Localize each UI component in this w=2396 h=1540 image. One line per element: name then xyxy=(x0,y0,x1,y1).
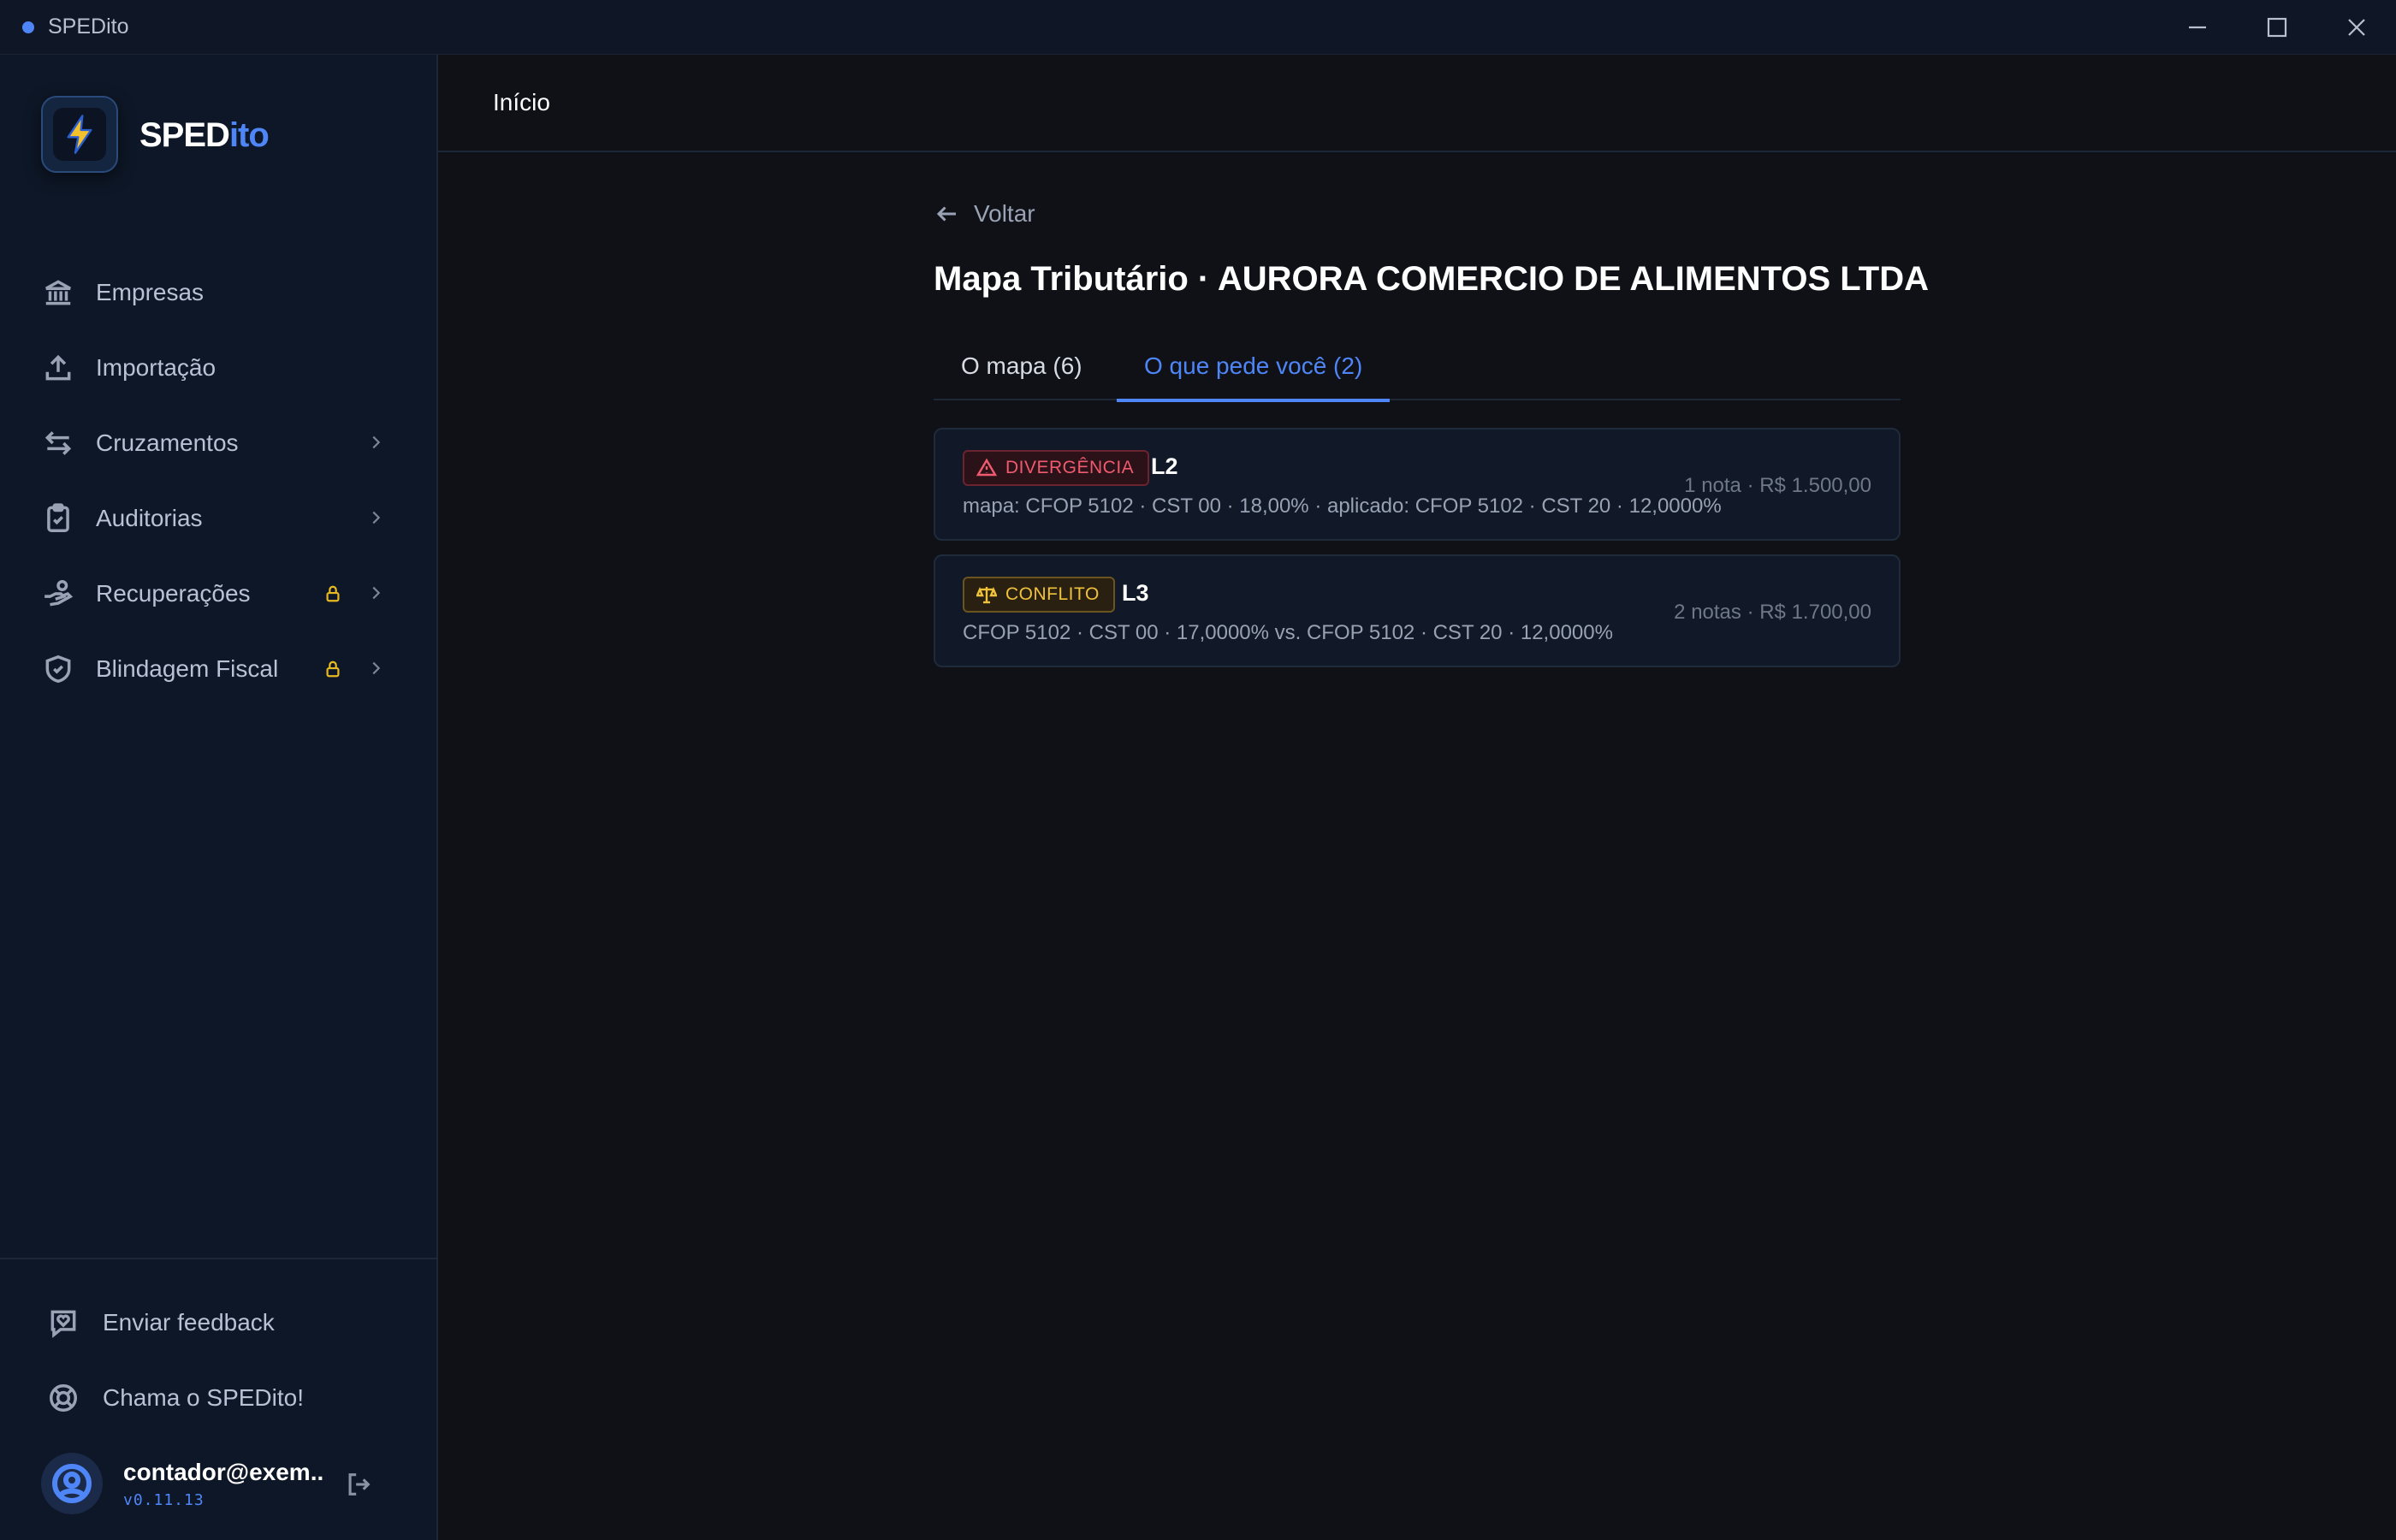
issue-card-divergencia[interactable]: DIVERGÊNCIA L2 mapa: CFOP 5102 · CST 00 … xyxy=(934,428,1901,541)
brand-part-1: SPED xyxy=(139,116,230,154)
window-controls xyxy=(2157,0,2396,55)
back-label: Voltar xyxy=(974,200,1035,227)
scale-icon xyxy=(976,586,997,604)
issue-card-conflito[interactable]: CONFLITO L3 CFOP 5102 · CST 00 · 17,0000… xyxy=(934,554,1901,667)
app-logo[interactable] xyxy=(41,96,118,173)
feedback-label: Enviar feedback xyxy=(103,1309,275,1336)
top-bar: Início xyxy=(438,55,2396,152)
sidebar-item-blindagem-fiscal[interactable]: Blindagem Fiscal xyxy=(41,642,397,696)
window-titlebar: SPEDito xyxy=(0,0,2396,55)
app-version: v0.11.13 xyxy=(123,1490,205,1509)
card-code: L3 xyxy=(1122,580,1149,606)
feedback-button[interactable]: Enviar feedback xyxy=(46,1297,388,1348)
card-meta: 1 nota · R$ 1.500,00 xyxy=(1684,474,1871,497)
page-title: Mapa Tributário · AURORA COMERCIO DE ALI… xyxy=(934,260,1929,298)
tab-o-mapa[interactable]: O mapa (6) xyxy=(934,352,1110,400)
app-dot-icon xyxy=(22,21,34,33)
arrow-left-icon xyxy=(936,206,956,222)
sidebar-item-cruzamentos[interactable]: Cruzamentos xyxy=(41,416,397,471)
avatar xyxy=(41,1453,103,1514)
status-badge: DIVERGÊNCIA xyxy=(963,450,1150,486)
maximize-button[interactable] xyxy=(2237,0,2316,55)
chevron-right-icon xyxy=(366,433,385,456)
sidebar-item-label: Empresas xyxy=(96,279,205,305)
sidebar-item-importacao[interactable]: Importação xyxy=(41,341,397,395)
tabs: O mapa (6) O que pede você (2) xyxy=(934,341,1901,402)
window-title: SPEDito xyxy=(48,15,129,38)
user-profile[interactable]: contador@exem... v0.11.13 xyxy=(41,1451,400,1516)
sidebar: SPEDito Empresas Importação Cruzamentos … xyxy=(0,55,438,1540)
chevron-right-icon xyxy=(366,508,385,531)
bank-icon xyxy=(41,275,75,310)
upload-icon xyxy=(41,351,75,385)
sidebar-item-label: Auditorias xyxy=(96,505,203,531)
close-button[interactable] xyxy=(2316,0,2396,55)
lock-icon xyxy=(323,659,342,684)
sidebar-item-label: Blindagem Fiscal xyxy=(96,655,279,682)
minimize-icon xyxy=(2188,26,2206,29)
logout-button[interactable] xyxy=(344,1470,373,1503)
lock-icon xyxy=(323,583,342,608)
close-icon xyxy=(2347,19,2365,36)
support-label: Chama o SPEDito! xyxy=(103,1384,304,1411)
logout-icon xyxy=(348,1473,371,1496)
back-button[interactable]: Voltar xyxy=(934,197,1035,231)
user-circle-icon xyxy=(52,1464,92,1503)
logo-inner xyxy=(53,108,106,161)
lightning-icon xyxy=(67,115,92,154)
card-meta: 2 notas · R$ 1.700,00 xyxy=(1674,601,1871,624)
user-info: contador@exem... v0.11.13 xyxy=(123,1459,325,1509)
badge-label: DIVERGÊNCIA xyxy=(1005,458,1135,477)
clipboard-check-icon xyxy=(41,501,75,536)
arrows-exchange-icon xyxy=(41,426,75,460)
maximize-icon xyxy=(2267,17,2286,38)
minimize-button[interactable] xyxy=(2157,0,2237,55)
breadcrumb[interactable]: Início xyxy=(493,89,550,116)
message-heart-icon xyxy=(46,1306,80,1340)
sidebar-item-auditorias[interactable]: Auditorias xyxy=(41,491,397,546)
sidebar-item-label: Cruzamentos xyxy=(96,429,239,456)
brand-name: SPEDito xyxy=(139,116,270,155)
lifebuoy-icon xyxy=(46,1381,80,1415)
chevron-right-icon xyxy=(366,583,385,607)
support-button[interactable]: Chama o SPEDito! xyxy=(46,1372,388,1424)
warning-triangle-icon xyxy=(976,458,997,477)
chevron-right-icon xyxy=(366,659,385,682)
card-code: L2 xyxy=(1151,453,1178,479)
card-description: mapa: CFOP 5102 · CST 00 · 18,00% · apli… xyxy=(963,495,1722,518)
brand-part-2: ito xyxy=(228,116,270,154)
card-description: CFOP 5102 · CST 00 · 17,0000% vs. CFOP 5… xyxy=(963,621,1613,644)
tab-o-que-pede-voce[interactable]: O que pede você (2) xyxy=(1117,352,1391,402)
sidebar-item-label: Recuperações xyxy=(96,580,251,607)
sidebar-item-recuperacoes[interactable]: Recuperações xyxy=(41,566,397,621)
sidebar-item-label: Importação xyxy=(96,354,216,381)
badge-label: CONFLITO xyxy=(1005,584,1100,604)
hand-coins-icon xyxy=(41,577,75,611)
status-badge: CONFLITO xyxy=(963,577,1115,613)
sidebar-divider xyxy=(0,1258,436,1259)
shield-check-icon xyxy=(41,652,75,686)
sidebar-item-empresas[interactable]: Empresas xyxy=(41,265,397,320)
user-email: contador@exem... xyxy=(123,1458,325,1485)
